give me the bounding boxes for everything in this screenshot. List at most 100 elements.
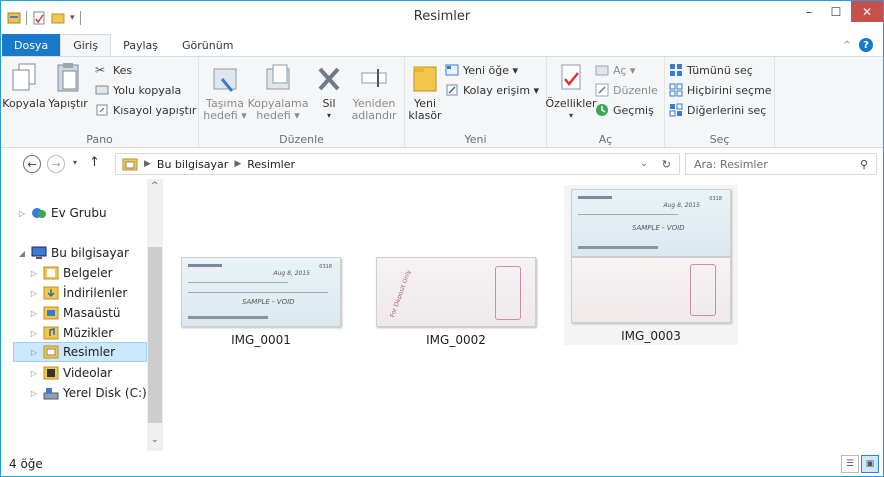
history-button[interactable]: Geçmiş xyxy=(595,103,654,117)
scroll-down-icon[interactable]: ⌄ xyxy=(151,435,159,445)
properties-button[interactable]: Özellikler ▾ xyxy=(545,61,597,122)
rename-button[interactable]: Yeniden adlandır xyxy=(347,61,401,122)
deposit-stamp: For Deposit Only xyxy=(389,269,413,319)
paste-shortcut-icon xyxy=(96,104,108,116)
nav-item-pictures[interactable]: ▷ Resimler xyxy=(13,342,147,362)
breadcrumb-this-pc[interactable]: Bu bilgisayar xyxy=(157,158,228,171)
details-view-button[interactable]: ☰ xyxy=(841,455,859,473)
nav-item-desktop[interactable]: ▷ Masaüstü xyxy=(29,303,121,323)
open-button[interactable]: Aç ▾ xyxy=(595,63,635,77)
file-tile[interactable]: For Deposit Only IMG_0002 xyxy=(369,251,543,417)
expand-icon[interactable]: ▷ xyxy=(29,329,39,338)
minimize-button[interactable]: – xyxy=(796,1,822,22)
search-input[interactable]: Ara: Resimler ⚲ xyxy=(685,153,877,175)
file-thumbnail: For Deposit Only xyxy=(376,257,536,327)
edit-icon xyxy=(595,83,609,97)
expand-icon[interactable]: ▷ xyxy=(29,269,39,278)
tab-giris[interactable]: Giriş xyxy=(60,34,112,56)
paste-shortcut-button[interactable]: Kısayol yapıştır xyxy=(95,103,196,117)
group-pano: Kopyala Yapıştır ✂ Kes Yolu kopyala Kısa… xyxy=(1,57,199,149)
scrollbar-thumb[interactable] xyxy=(148,247,162,423)
address-bar[interactable]: ▶ Bu bilgisayar ▶ Resimler ⌄ ↻ xyxy=(115,153,680,175)
tab-paylas[interactable]: Paylaş xyxy=(111,34,170,56)
expand-icon[interactable]: ▷ xyxy=(17,209,27,218)
separator xyxy=(26,10,27,25)
easy-access-icon xyxy=(446,84,458,96)
breadcrumb-pictures[interactable]: Resimler xyxy=(247,158,295,171)
address-dropdown-icon[interactable]: ⌄ xyxy=(640,159,648,169)
forward-arrow-icon: → xyxy=(51,157,61,171)
nav-item-documents[interactable]: ▷ Belgeler xyxy=(29,263,113,283)
select-none-button[interactable]: Hiçbirini seçme xyxy=(669,83,772,97)
nav-item-downloads[interactable]: ▷ İndirilenler xyxy=(29,283,127,303)
up-arrow-icon[interactable]: ↑ xyxy=(89,155,100,170)
edit-button[interactable]: Düzenle xyxy=(595,83,658,97)
copy-path-button[interactable]: Yolu kopyala xyxy=(95,83,181,97)
delete-icon xyxy=(318,67,340,91)
item-count: 4 öğe xyxy=(9,457,43,471)
select-all-button[interactable]: Tümünü seç xyxy=(669,63,753,77)
expand-icon[interactable]: ▷ xyxy=(29,348,39,357)
scroll-up-icon[interactable]: ^ xyxy=(151,181,159,191)
move-to-icon xyxy=(213,68,237,92)
new-folder-button[interactable]: Yeni klasör xyxy=(407,61,443,122)
close-button[interactable]: ✕ xyxy=(851,1,883,22)
help-icon[interactable]: ? xyxy=(859,38,873,52)
collapse-icon[interactable]: ◢ xyxy=(17,249,27,258)
separator xyxy=(79,10,81,25)
cut-button[interactable]: ✂ Kes xyxy=(95,63,132,77)
new-item-button[interactable]: Yeni öğe ▾ xyxy=(445,63,518,77)
file-tile[interactable]: 0318 Aug 8, 2015 SAMPLE - VOID IMG_0003 xyxy=(564,185,738,345)
expand-icon[interactable]: ▷ xyxy=(29,389,39,398)
videos-icon xyxy=(43,366,59,380)
nav-item-videos[interactable]: ▷ Videolar xyxy=(29,363,112,383)
properties-quick-icon[interactable] xyxy=(32,11,46,25)
refresh-icon[interactable]: ↻ xyxy=(654,158,679,171)
details-view-icon: ☰ xyxy=(845,459,855,469)
invert-selection-button[interactable]: Diğerlerini seç xyxy=(669,103,766,117)
nav-item-music[interactable]: ▷ Müzikler xyxy=(29,323,113,343)
file-thumbnail-back xyxy=(571,257,731,323)
new-folder-quick-icon[interactable] xyxy=(51,11,65,25)
file-tile[interactable]: 0318 Aug 8, 2015 SAMPLE - VOID IMG_0001 xyxy=(174,251,348,417)
large-icons-view-icon: ▣ xyxy=(865,459,875,469)
scissors-icon: ✂ xyxy=(95,63,106,77)
status-bar: 4 öğe ☰ ▣ xyxy=(1,451,883,477)
large-icons-view-button[interactable]: ▣ xyxy=(861,455,879,473)
group-label-pano: Pano xyxy=(86,133,113,146)
customize-qat-icon[interactable]: ▾ xyxy=(70,13,75,23)
properties-dropdown-icon[interactable]: ▾ xyxy=(569,110,573,122)
easy-access-button[interactable]: Kolay erişim ▾ xyxy=(445,83,539,97)
delete-dropdown-icon[interactable]: ▾ xyxy=(327,110,331,122)
move-to-button[interactable]: Taşıma hedefi ▾ xyxy=(203,61,247,122)
forward-button[interactable]: → xyxy=(47,155,65,173)
paste-button[interactable]: Yapıştır xyxy=(45,61,91,110)
quick-access-toolbar: ▾ xyxy=(1,10,81,25)
recent-locations-icon[interactable]: ▾ xyxy=(73,158,77,167)
desktop-icon xyxy=(43,306,59,320)
nav-item-this-pc[interactable]: ◢ Bu bilgisayar xyxy=(17,243,129,263)
back-button[interactable]: ← xyxy=(23,155,41,173)
copy-to-button[interactable]: Kopyalama hedefi ▾ xyxy=(248,61,308,122)
history-icon xyxy=(596,104,608,116)
group-label-yeni: Yeni xyxy=(464,133,487,146)
nav-item-local-disk[interactable]: ▷ Yerel Disk (C:) xyxy=(29,383,147,403)
sample-void-label: SAMPLE - VOID xyxy=(632,224,685,232)
file-thumbnail: 0318 Aug 8, 2015 SAMPLE - VOID xyxy=(571,189,731,257)
check-date: Aug 8, 2015 xyxy=(663,202,700,209)
delete-button[interactable]: Sil ▾ xyxy=(311,61,347,122)
copy-button[interactable]: Kopyala xyxy=(2,61,46,110)
expand-icon[interactable]: ▷ xyxy=(29,309,39,318)
maximize-button[interactable]: ☐ xyxy=(823,1,849,22)
search-icon[interactable]: ⚲ xyxy=(860,158,876,171)
expand-icon[interactable]: ▷ xyxy=(29,369,39,378)
collapse-ribbon-icon[interactable]: ^ xyxy=(843,40,851,51)
nav-item-homegroup[interactable]: ▷ Ev Grubu xyxy=(17,203,107,223)
expand-icon[interactable]: ▷ xyxy=(29,289,39,298)
group-label-sec: Seç xyxy=(709,133,730,146)
tab-gorunum[interactable]: Görünüm xyxy=(170,34,245,56)
ribbon-tabs: Dosya Giriş Paylaş Görünüm ^ ? xyxy=(1,34,883,56)
tab-dosya[interactable]: Dosya xyxy=(2,34,61,56)
group-ac: Özellikler ▾ Aç ▾ Düzenle Geçmiş Aç xyxy=(545,57,665,149)
nav-scrollbar[interactable]: ^ ⌄ xyxy=(147,179,163,451)
